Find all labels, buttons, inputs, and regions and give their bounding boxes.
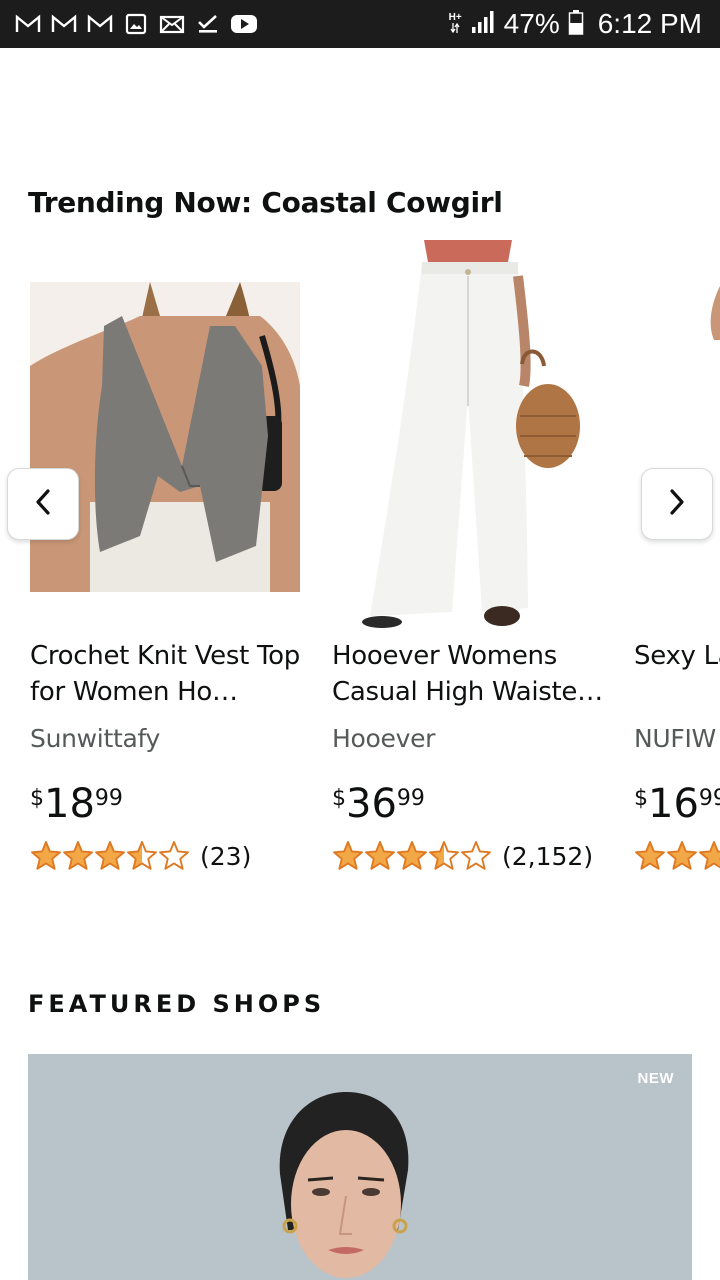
mail-icon bbox=[158, 10, 186, 38]
price-currency: $ bbox=[30, 786, 44, 811]
product-image[interactable] bbox=[634, 236, 720, 636]
carousel-next-button[interactable] bbox=[641, 468, 713, 540]
price-fraction: 99 bbox=[396, 786, 425, 811]
data-arrows-icon bbox=[450, 22, 460, 33]
youtube-icon bbox=[230, 10, 258, 38]
notification-icons bbox=[14, 0, 258, 48]
star-full-icon bbox=[333, 841, 363, 870]
star-rating bbox=[634, 840, 720, 872]
product-title[interactable]: Sexy La Neck L bbox=[634, 638, 720, 674]
star-rating bbox=[332, 840, 492, 872]
price-fraction: 99 bbox=[698, 786, 720, 811]
signal-icon bbox=[470, 9, 496, 40]
battery-icon bbox=[568, 9, 584, 40]
product-price: $1899 bbox=[30, 782, 123, 826]
star-half-icon bbox=[127, 841, 157, 870]
product-rating[interactable]: (2,152) bbox=[332, 840, 593, 872]
star-full-icon bbox=[397, 841, 427, 870]
chevron-right-icon bbox=[667, 488, 687, 521]
star-half-icon bbox=[429, 841, 459, 870]
product-title[interactable]: Crochet Knit Vest Top for Women Ho… bbox=[30, 638, 305, 710]
product-rating[interactable] bbox=[634, 840, 720, 872]
star-full-icon bbox=[635, 841, 665, 870]
product-brand: NUFIW bbox=[634, 724, 716, 753]
star-full-icon bbox=[63, 841, 93, 870]
review-count[interactable]: (2,152) bbox=[502, 842, 593, 871]
status-bar: H+ 47% 6:12 PM bbox=[0, 0, 720, 48]
section-title: Trending Now: Coastal Cowgirl bbox=[28, 186, 503, 219]
shop-image bbox=[28, 1054, 692, 1280]
price-fraction: 99 bbox=[94, 786, 123, 811]
star-full-icon bbox=[95, 841, 125, 870]
featured-shops-title: FEATURED SHOPS bbox=[28, 990, 326, 1018]
price-currency: $ bbox=[634, 786, 648, 811]
star-full-icon bbox=[31, 841, 61, 870]
price-whole: 18 bbox=[44, 781, 95, 827]
star-full-icon bbox=[699, 841, 720, 870]
product-brand: Sunwittafy bbox=[30, 724, 161, 753]
network-type-label: H+ bbox=[448, 11, 462, 23]
product-price: $3699 bbox=[332, 782, 425, 826]
gmail-icon bbox=[50, 10, 78, 38]
product-price: $1699 bbox=[634, 782, 720, 826]
product-rating[interactable]: (23) bbox=[30, 840, 251, 872]
star-empty-icon bbox=[461, 841, 491, 870]
product-brand: Hooever bbox=[332, 724, 436, 753]
featured-shop-card[interactable]: NEW bbox=[28, 1054, 692, 1280]
gallery-icon bbox=[122, 10, 150, 38]
network-type: H+ bbox=[448, 11, 462, 36]
review-count[interactable]: (23) bbox=[200, 842, 251, 871]
gmail-icon bbox=[86, 10, 114, 38]
new-badge: NEW bbox=[637, 1070, 674, 1087]
system-status: H+ 47% 6:12 PM bbox=[449, 0, 702, 48]
product-image[interactable] bbox=[332, 236, 622, 636]
price-whole: 36 bbox=[346, 781, 397, 827]
chevron-left-icon bbox=[33, 488, 53, 521]
clock: 6:12 PM bbox=[597, 8, 702, 39]
price-whole: 16 bbox=[648, 781, 699, 827]
gmail-icon bbox=[14, 10, 42, 38]
carousel-prev-button[interactable] bbox=[7, 468, 79, 540]
star-empty-icon bbox=[159, 841, 189, 870]
product-image[interactable] bbox=[30, 236, 320, 636]
check-icon bbox=[194, 10, 222, 38]
star-full-icon bbox=[365, 841, 395, 870]
product-card[interactable]: Hooever Womens Casual High Waiste… Hooev… bbox=[332, 236, 622, 896]
star-rating bbox=[30, 840, 190, 872]
product-title[interactable]: Hooever Womens Casual High Waiste… bbox=[332, 638, 607, 710]
star-full-icon bbox=[667, 841, 697, 870]
product-carousel: Crochet Knit Vest Top for Women Ho… Sunw… bbox=[0, 236, 720, 896]
product-card[interactable]: Crochet Knit Vest Top for Women Ho… Sunw… bbox=[30, 236, 320, 896]
price-currency: $ bbox=[332, 786, 346, 811]
product-card[interactable]: Sexy La Neck L NUFIW $1699 bbox=[634, 236, 720, 896]
battery-percent: 47% bbox=[503, 8, 560, 39]
